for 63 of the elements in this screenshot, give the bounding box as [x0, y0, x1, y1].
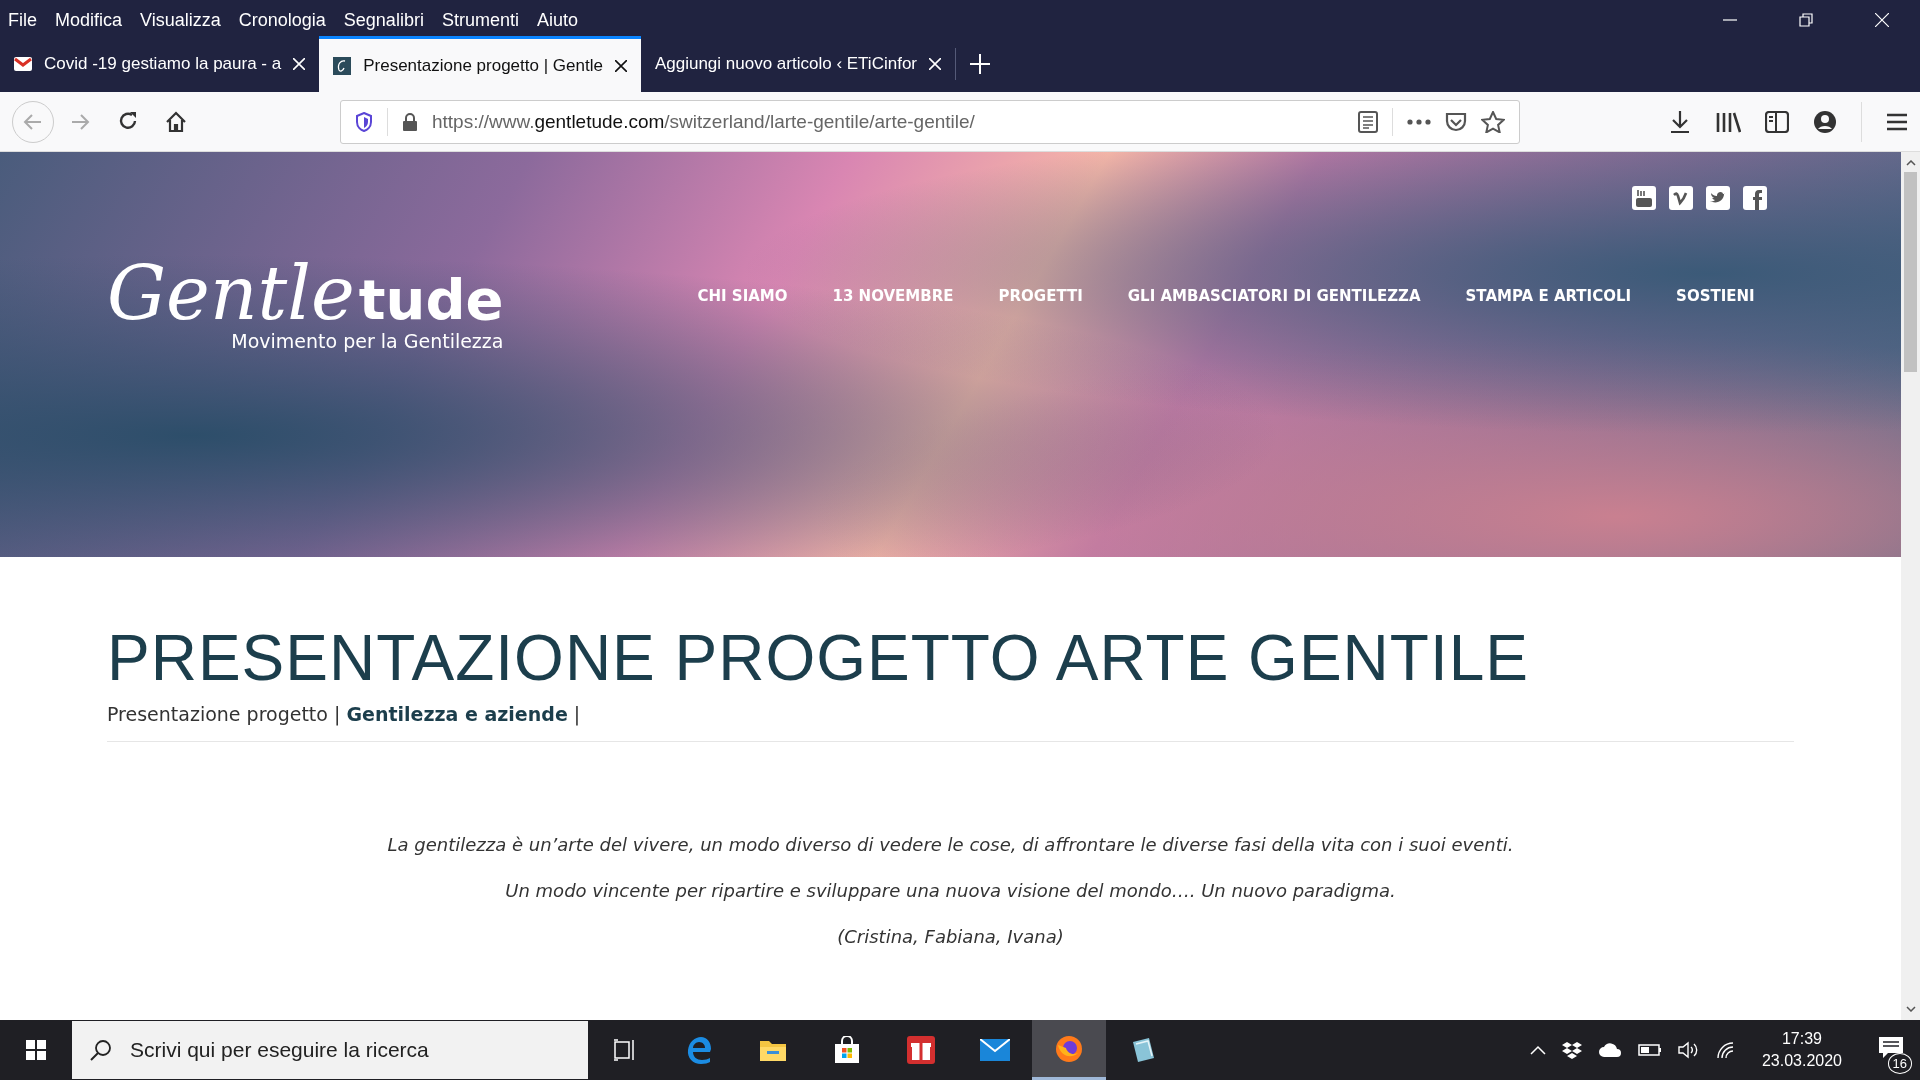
account-icon[interactable] — [1813, 109, 1837, 134]
download-icon[interactable] — [1669, 109, 1691, 134]
menu-item[interactable]: Strumenti — [441, 9, 519, 31]
sidebar-icon[interactable] — [1765, 110, 1789, 133]
menu-item[interactable]: File — [8, 9, 37, 31]
task-view-icon — [613, 1039, 637, 1061]
scrollbar[interactable] — [1901, 152, 1920, 1020]
address-bar[interactable]: https://www.gentletude.com/switzerland/larte-gentile/arte-gentile/ — [340, 99, 1520, 144]
clock-date[interactable]: 23.03.2020 — [1761, 1052, 1842, 1070]
star-icon[interactable] — [1481, 110, 1505, 133]
clock-time[interactable]: 17:39 — [1781, 1030, 1822, 1048]
envelope-icon — [980, 1039, 1010, 1061]
folder-icon — [759, 1038, 787, 1062]
menu-item[interactable]: Aiuto — [536, 9, 578, 31]
menu-item[interactable]: Visualizza — [140, 9, 221, 31]
browser-tab[interactable]: Covid -19 gestiamo la paura - a — [0, 36, 320, 92]
scroll-down-icon[interactable] — [1905, 1006, 1916, 1012]
new-tab-plus-icon[interactable] — [970, 54, 990, 74]
menu-icon[interactable] — [1886, 112, 1908, 131]
browser-tab[interactable]: Aggiungi nuovo articolo ‹ ETiCinfor — [640, 36, 955, 92]
windows-logo-icon — [26, 1040, 46, 1060]
nav-link[interactable]: SOSTIENI — [1676, 287, 1755, 305]
envelope-icon — [14, 57, 32, 71]
browser-tab[interactable]: Presentazione progetto | Gentle — [319, 36, 641, 92]
site-favicon-icon — [333, 56, 352, 75]
nav-link[interactable]: STAMPA E ARTICOLI — [1465, 287, 1632, 305]
notification-count-badge: 16 — [1887, 1053, 1912, 1074]
page-title: PRESENTAZIONE PROGETTO ARTE GENTILE — [107, 621, 1530, 695]
quote-line: Un modo vincente per ripartire e sviluppare una nuova visione del mondo…. Un nuovo paradigma. — [504, 880, 1397, 901]
close-icon[interactable] — [614, 59, 627, 72]
home-icon[interactable] — [164, 109, 188, 134]
padlock-icon — [402, 111, 418, 132]
facebook-icon[interactable] — [1743, 186, 1767, 210]
nav-link[interactable]: GLI AMBASCIATORI DI GENTILEZZA — [1127, 287, 1421, 305]
pocket-icon[interactable] — [1445, 111, 1467, 132]
site-logo[interactable]: Gentletude Movimento per la Gentilezza — [107, 250, 504, 352]
breadcrumb-text: Presentazione progetto | Gentilezza e aziende | — [107, 703, 582, 725]
dropbox-icon[interactable] — [1561, 1041, 1582, 1059]
scroll-up-icon[interactable] — [1905, 160, 1916, 166]
speaker-icon[interactable] — [1677, 1041, 1700, 1059]
quote-line: (Cristina, Fabiana, Ivana) — [836, 926, 1065, 947]
restore-icon[interactable] — [1799, 13, 1813, 27]
chevron-up-icon[interactable] — [1529, 1045, 1546, 1055]
menu-item[interactable]: Modifica — [55, 9, 123, 31]
twitter-bird-icon[interactable] — [1706, 186, 1730, 210]
taskbar-search-field[interactable]: Scrivi qui per eseguire la ricerca — [72, 1021, 588, 1079]
battery-icon[interactable] — [1637, 1044, 1662, 1056]
speech-bubble-icon[interactable] — [1878, 1036, 1904, 1060]
fox-globe-icon — [1055, 1034, 1083, 1063]
menu-item[interactable]: Segnalibri — [343, 9, 424, 31]
scrollbar-thumb[interactable] — [1904, 172, 1917, 372]
library-icon[interactable] — [1715, 110, 1741, 133]
url-text: https://www.gentletude.com/switzerland/larte-gentile/arte-gentile/ — [432, 110, 975, 133]
vimeo-icon[interactable] — [1669, 186, 1693, 210]
shield-icon[interactable] — [355, 111, 373, 132]
reader-view-icon[interactable] — [1358, 110, 1378, 133]
more-dots-icon[interactable] — [1407, 118, 1431, 125]
cloud-icon[interactable] — [1597, 1043, 1622, 1057]
quote-line: La gentilezza è un’arte del vivere, un modo diverso di vedere le cose, di affrontare le diverse fasi della vita con i suoi eventi. — [386, 834, 1515, 855]
shopping-bag-icon — [833, 1036, 861, 1064]
letter-e-icon — [685, 1036, 713, 1064]
menu-item[interactable]: Cronologia — [238, 9, 326, 31]
gift-icon — [907, 1036, 935, 1064]
